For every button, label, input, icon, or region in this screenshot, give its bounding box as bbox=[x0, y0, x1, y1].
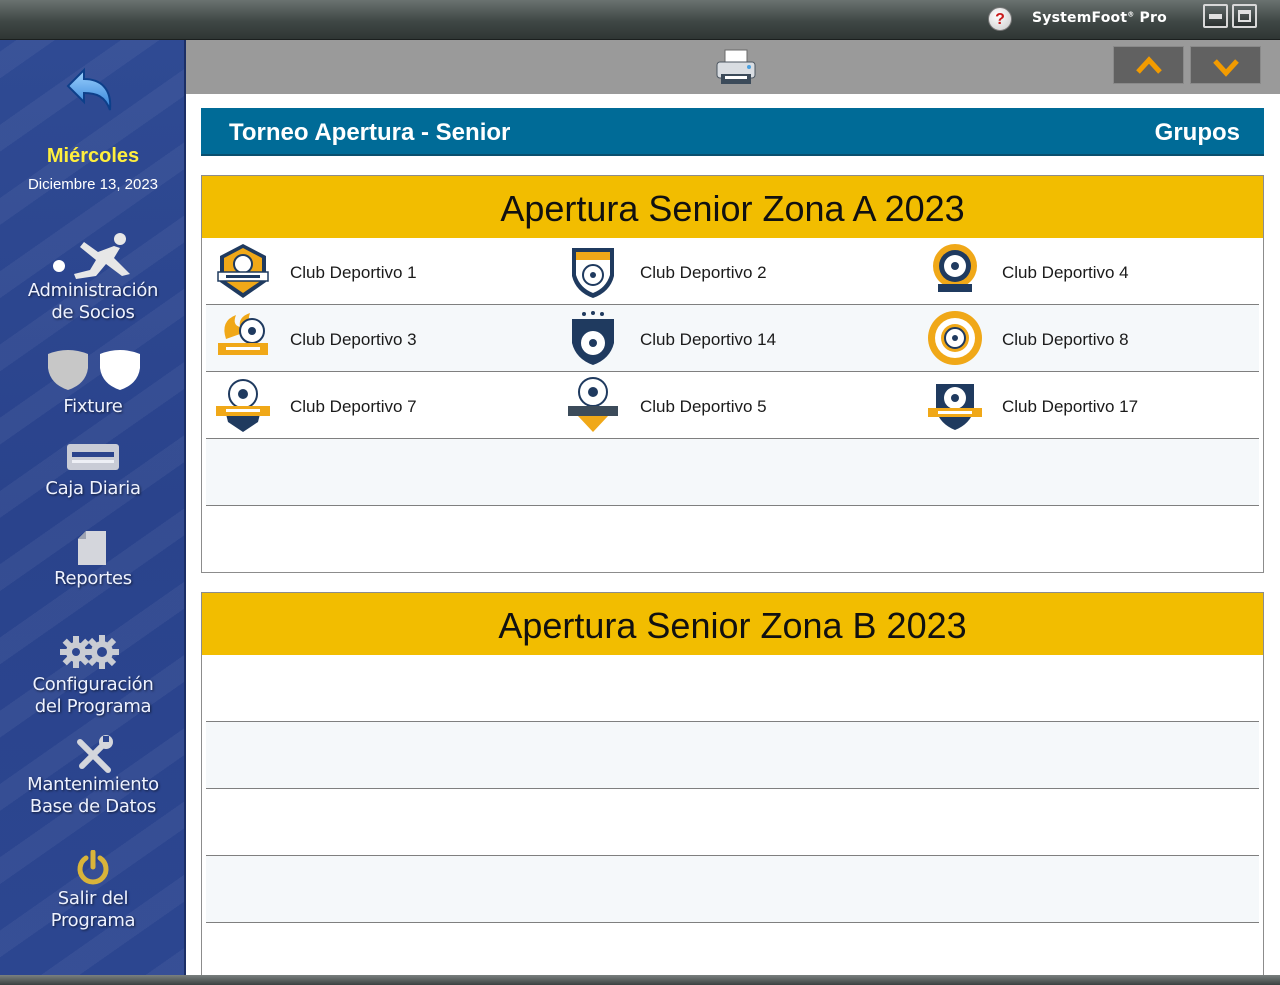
sidebar-item-caja-diaria[interactable]: Caja Diaria bbox=[0, 440, 186, 504]
table-row-empty bbox=[206, 722, 1259, 789]
date-label: Diciembre 13, 2023 bbox=[27, 176, 159, 193]
team-cell[interactable]: Club Deportivo 1 bbox=[206, 238, 546, 304]
team-name: Club Deportivo 3 bbox=[290, 330, 417, 349]
team-cell[interactable]: Club Deportivo 17 bbox=[918, 372, 1258, 438]
minimize-button[interactable] bbox=[1203, 4, 1228, 28]
main-content: Torneo Apertura - Senior Grupos Apertura… bbox=[186, 94, 1280, 975]
minimize-icon bbox=[1209, 14, 1222, 19]
sidebar-item-reportes[interactable]: Reportes bbox=[0, 528, 186, 594]
sidebar-item-label: Fixture bbox=[63, 396, 123, 417]
tools-icon bbox=[77, 735, 113, 773]
sidebar-item-label: Mantenimiento bbox=[27, 774, 159, 795]
team-name: Club Deportivo 2 bbox=[640, 263, 767, 282]
table-row-empty bbox=[206, 506, 1259, 573]
team-cell[interactable]: Club Deportivo 3 bbox=[206, 305, 546, 371]
day-label: Miércoles bbox=[46, 145, 140, 167]
team-cell[interactable]: Club Deportivo 14 bbox=[556, 305, 896, 371]
sidebar-item-salir[interactable]: Salir del Programa bbox=[0, 848, 186, 932]
team-cell[interactable]: Club Deportivo 5 bbox=[556, 372, 896, 438]
sidebar-item-label: Caja Diaria bbox=[45, 478, 141, 499]
sidebar-item-label: Configuración bbox=[32, 674, 154, 695]
team-name: Club Deportivo 4 bbox=[1002, 263, 1129, 282]
team-name: Club Deportivo 14 bbox=[640, 330, 777, 349]
toolbar bbox=[186, 40, 1280, 94]
zone-panel: Apertura Senior Zona A 2023 Club Deporti… bbox=[201, 175, 1264, 573]
table-row: Club Deportivo 7 Club Deportivo 5 Club D… bbox=[206, 372, 1259, 439]
back-button[interactable] bbox=[0, 62, 186, 122]
title-bar: ? SystemFoot® Pro bbox=[0, 0, 1280, 40]
zone-title: Apertura Senior Zona B 2023 bbox=[202, 593, 1263, 655]
printer-icon[interactable] bbox=[715, 48, 757, 88]
team-badge-icon bbox=[218, 313, 268, 355]
table-row: Club Deportivo 3 Club Deportivo 14 Club … bbox=[206, 305, 1259, 372]
team-badge-icon bbox=[568, 377, 618, 432]
table-row-empty bbox=[206, 856, 1259, 923]
table-row-empty bbox=[206, 789, 1259, 856]
chevron-up-icon bbox=[1136, 56, 1162, 74]
status-strip bbox=[0, 975, 1280, 985]
table-row-empty bbox=[206, 923, 1259, 975]
sidebar-item-label: del Programa bbox=[34, 696, 152, 717]
brand-suffix: Pro bbox=[1134, 10, 1167, 26]
report-icon bbox=[78, 531, 106, 565]
tournament-title: Torneo Apertura - Senior bbox=[229, 119, 511, 146]
cash-register-icon bbox=[67, 444, 119, 470]
maximize-button[interactable] bbox=[1232, 4, 1257, 28]
team-name: Club Deportivo 7 bbox=[290, 397, 417, 416]
team-cell[interactable]: Club Deportivo 4 bbox=[918, 238, 1258, 304]
team-cell[interactable]: Club Deportivo 2 bbox=[556, 238, 896, 304]
app-brand: SystemFoot® Pro bbox=[1032, 10, 1167, 26]
section-title: Grupos bbox=[1154, 119, 1240, 146]
sidebar: Miércoles Diciembre 13, 2023 Administrac… bbox=[0, 40, 186, 975]
zone-panel: Apertura Senior Zona B 2023 bbox=[201, 592, 1264, 975]
team-name: Club Deportivo 17 bbox=[1002, 397, 1139, 416]
chevron-down-icon bbox=[1213, 59, 1239, 77]
gears-icon bbox=[60, 635, 119, 669]
table-row-empty bbox=[206, 439, 1259, 506]
team-badge-icon bbox=[572, 311, 614, 365]
sidebar-item-label: Salir del bbox=[57, 888, 129, 909]
team-cell[interactable]: Club Deportivo 7 bbox=[206, 372, 546, 438]
team-badge-icon bbox=[928, 311, 982, 365]
team-name: Club Deportivo 5 bbox=[640, 397, 767, 416]
team-badge-icon bbox=[572, 248, 614, 298]
team-name: Club Deportivo 1 bbox=[290, 263, 417, 282]
sidebar-item-configuracion[interactable]: Configuración del Programa bbox=[0, 634, 186, 717]
team-badge-icon bbox=[933, 244, 977, 292]
sidebar-item-label: Base de Datos bbox=[29, 796, 157, 817]
sidebar-item-fixture[interactable]: Fixture bbox=[0, 348, 186, 420]
page-header: Torneo Apertura - Senior Grupos bbox=[201, 108, 1264, 156]
brand-name: SystemFoot bbox=[1032, 10, 1128, 26]
maximize-icon bbox=[1238, 10, 1251, 22]
team-name: Club Deportivo 8 bbox=[1002, 330, 1129, 349]
sidebar-item-label: Reportes bbox=[54, 568, 132, 589]
sidebar-item-label: de Socios bbox=[51, 302, 135, 323]
sidebar-item-mantenimiento[interactable]: Mantenimiento Base de Datos bbox=[0, 734, 186, 818]
team-badge-icon bbox=[216, 379, 270, 432]
sidebar-item-administracion-socios[interactable]: Administración de Socios bbox=[0, 230, 186, 325]
sidebar-item-label: Programa bbox=[50, 910, 136, 931]
team-badge-icon bbox=[928, 384, 982, 430]
zone-title: Apertura Senior Zona A 2023 bbox=[202, 176, 1263, 238]
scroll-up-button[interactable] bbox=[1113, 46, 1184, 84]
team-badge-icon bbox=[217, 244, 269, 298]
scroll-down-button[interactable] bbox=[1190, 46, 1261, 84]
team-cell[interactable]: Club Deportivo 8 bbox=[918, 305, 1258, 371]
back-arrow-icon bbox=[66, 67, 112, 111]
table-row: Club Deportivo 1 Club Deportivo 2 Club D… bbox=[206, 238, 1259, 305]
table-row-empty bbox=[206, 655, 1259, 722]
power-icon bbox=[77, 850, 109, 885]
shields-icon bbox=[48, 350, 140, 390]
help-button[interactable]: ? bbox=[988, 7, 1012, 31]
sidebar-item-label: Administración bbox=[27, 280, 159, 301]
soccer-player-icon bbox=[53, 233, 130, 279]
